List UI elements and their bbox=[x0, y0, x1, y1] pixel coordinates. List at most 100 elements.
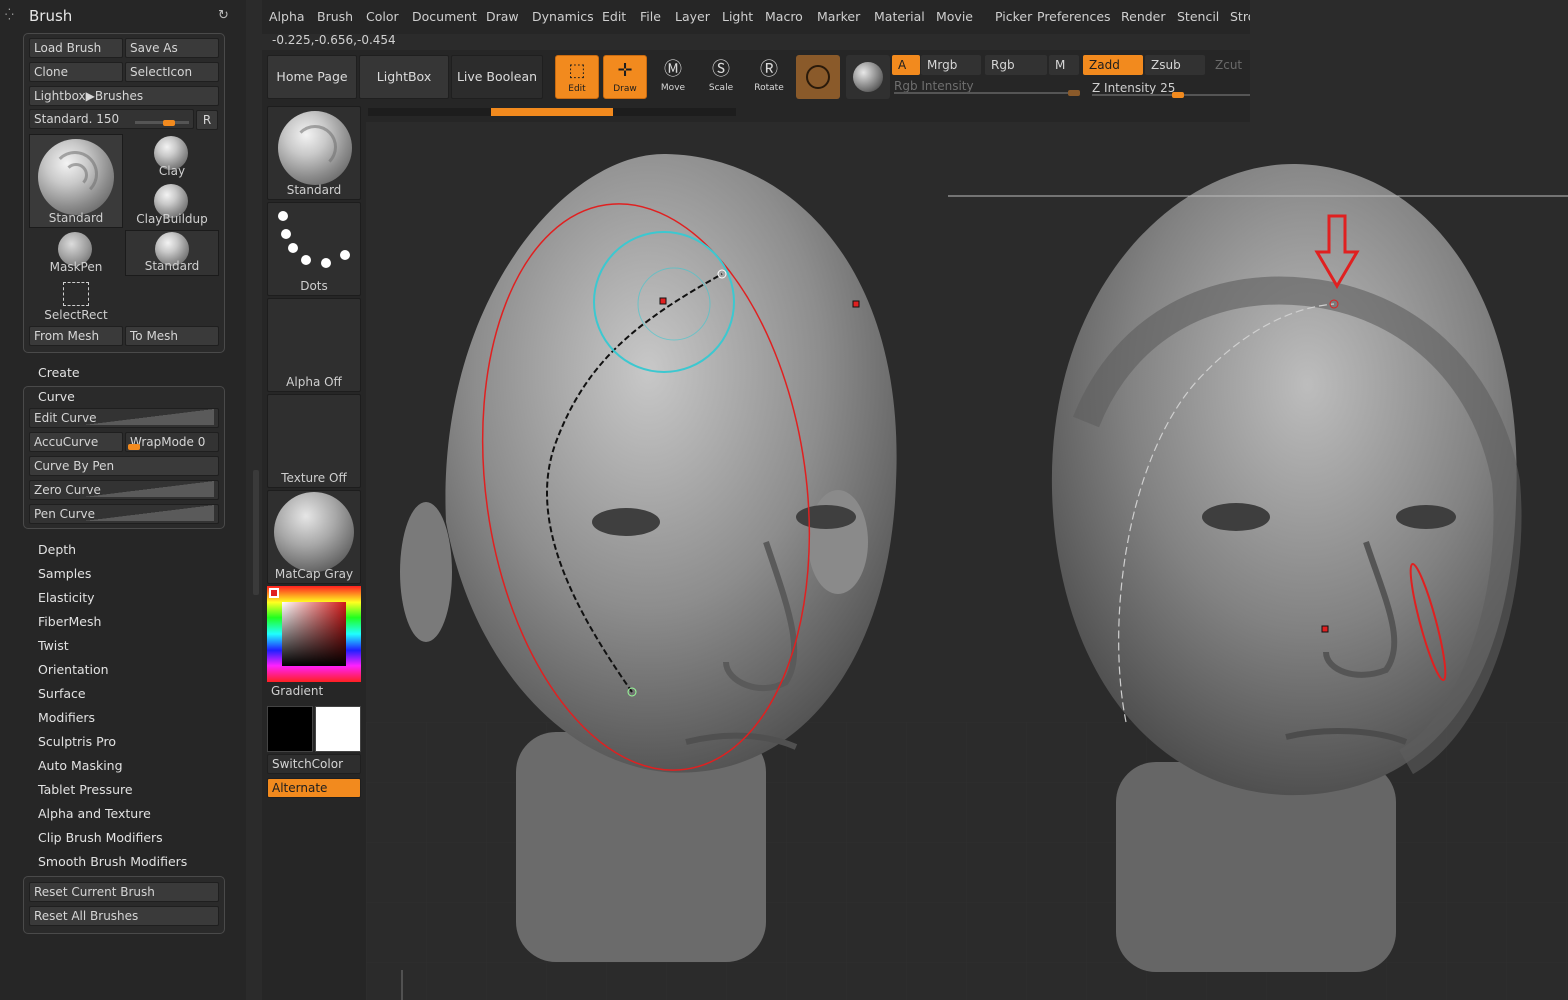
to-mesh-button[interactable]: To Mesh bbox=[125, 326, 219, 346]
menu-movie[interactable]: Movie bbox=[936, 9, 973, 24]
zcut-toggle[interactable]: Zcut bbox=[1209, 55, 1249, 75]
section-fibermesh[interactable]: FiberMesh bbox=[38, 614, 101, 629]
section-auto-masking[interactable]: Auto Masking bbox=[38, 758, 123, 773]
menu-picker[interactable]: Picker bbox=[995, 9, 1032, 24]
brush-thumb-selectrect[interactable]: SelectRect bbox=[29, 278, 123, 324]
zsub-toggle[interactable]: Zsub bbox=[1145, 55, 1205, 75]
brush-size-slider[interactable]: Standard. 150 bbox=[29, 109, 194, 129]
section-orientation[interactable]: Orientation bbox=[38, 662, 109, 677]
home-page-button[interactable]: Home Page bbox=[267, 55, 357, 99]
select-icon-button[interactable]: SelectIcon bbox=[125, 62, 219, 82]
menu-preferences[interactable]: Preferences bbox=[1037, 9, 1111, 24]
section-sculptris-pro[interactable]: Sculptris Pro bbox=[38, 734, 116, 749]
rgb-intensity-slider[interactable]: Rgb Intensity bbox=[894, 78, 1080, 96]
z-intensity-slider[interactable]: Z Intensity 25 bbox=[1092, 80, 1250, 98]
rgb-intensity-knob[interactable] bbox=[1068, 90, 1080, 96]
brush-thumb-maskpen[interactable]: MaskPen bbox=[29, 230, 123, 276]
palette-collapse-handle[interactable] bbox=[253, 470, 259, 595]
wrapmode-slider[interactable]: WrapMode 0 bbox=[125, 432, 219, 452]
secondary-color-swatch[interactable] bbox=[267, 706, 313, 752]
switch-color-button[interactable]: SwitchColor bbox=[267, 754, 361, 774]
draw-tool-button[interactable]: ✛ Draw bbox=[603, 55, 647, 99]
menu-document[interactable]: Document bbox=[412, 9, 477, 24]
curve-control-point[interactable] bbox=[852, 300, 860, 308]
brush-thumb-clay[interactable]: Clay bbox=[125, 134, 219, 180]
rgb-toggle[interactable]: Rgb bbox=[985, 55, 1047, 75]
brush-size-knob[interactable] bbox=[163, 120, 175, 126]
section-tablet-pressure[interactable]: Tablet Pressure bbox=[38, 782, 133, 797]
curve-by-pen-button[interactable]: Curve By Pen bbox=[29, 456, 219, 476]
stroke-slot[interactable]: Dots bbox=[267, 202, 361, 296]
clone-button[interactable]: Clone bbox=[29, 62, 123, 82]
save-as-button[interactable]: Save As bbox=[125, 38, 219, 58]
menu-marker[interactable]: Marker bbox=[817, 9, 860, 24]
gradient-label[interactable]: Gradient bbox=[271, 684, 323, 698]
section-depth[interactable]: Depth bbox=[38, 542, 76, 557]
menu-draw[interactable]: Draw bbox=[486, 9, 519, 24]
z-intensity-knob[interactable] bbox=[1172, 92, 1184, 98]
section-elasticity[interactable]: Elasticity bbox=[38, 590, 95, 605]
menu-file[interactable]: File bbox=[640, 9, 661, 24]
accucurve-button[interactable]: AccuCurve bbox=[29, 432, 123, 452]
move-tool-button[interactable]: Ⓜ Move bbox=[651, 55, 695, 99]
section-modifiers[interactable]: Modifiers bbox=[38, 710, 95, 725]
menu-dynamics[interactable]: Dynamics bbox=[532, 9, 594, 24]
section-clip-brush-modifiers[interactable]: Clip Brush Modifiers bbox=[38, 830, 163, 845]
render-sphere-button[interactable] bbox=[846, 55, 890, 99]
load-brush-button[interactable]: Load Brush bbox=[29, 38, 123, 58]
edit-curve-button[interactable]: Edit Curve bbox=[29, 408, 219, 428]
current-brush-slot[interactable]: Standard bbox=[267, 106, 361, 200]
menu-macro[interactable]: Macro bbox=[765, 9, 803, 24]
curve-section-title[interactable]: Curve bbox=[38, 389, 75, 404]
projected-control-point[interactable] bbox=[1321, 625, 1329, 633]
create-section[interactable]: Create bbox=[38, 365, 80, 380]
curve-control-point[interactable] bbox=[659, 297, 667, 305]
wrapmode-knob[interactable] bbox=[128, 444, 140, 450]
material-slot[interactable]: MatCap Gray bbox=[267, 490, 361, 584]
menu-layer[interactable]: Layer bbox=[675, 9, 710, 24]
menu-stencil[interactable]: Stencil bbox=[1177, 9, 1219, 24]
section-surface[interactable]: Surface bbox=[38, 686, 86, 701]
section-alpha-and-texture[interactable]: Alpha and Texture bbox=[38, 806, 151, 821]
mrgb-toggle[interactable]: Mrgb bbox=[921, 55, 981, 75]
m-toggle[interactable]: M bbox=[1049, 55, 1079, 75]
texture-slot[interactable]: Texture Off bbox=[267, 394, 361, 488]
color-picker[interactable] bbox=[267, 586, 361, 682]
menu-material[interactable]: Material bbox=[874, 9, 925, 24]
viewport-canvas[interactable] bbox=[366, 122, 1568, 1000]
zadd-toggle[interactable]: Zadd bbox=[1083, 55, 1143, 75]
pen-curve-button[interactable]: Pen Curve bbox=[29, 504, 219, 524]
reset-all-brushes-button[interactable]: Reset All Brushes bbox=[29, 906, 219, 926]
menu-edit[interactable]: Edit bbox=[602, 9, 626, 24]
menu-alpha[interactable]: Alpha bbox=[269, 9, 305, 24]
section-smooth-brush-modifiers[interactable]: Smooth Brush Modifiers bbox=[38, 854, 187, 869]
brush-thumb-standard-large[interactable]: Standard bbox=[29, 134, 123, 228]
material-preview-button[interactable] bbox=[796, 55, 840, 99]
main-color-swatch[interactable] bbox=[315, 706, 361, 752]
section-twist[interactable]: Twist bbox=[38, 638, 69, 653]
drag-handle-icon[interactable]: ⁛ bbox=[5, 8, 14, 21]
section-samples[interactable]: Samples bbox=[38, 566, 91, 581]
brush-reset-button[interactable]: R bbox=[196, 110, 218, 130]
menu-color[interactable]: Color bbox=[366, 9, 399, 24]
color-marker[interactable] bbox=[269, 588, 279, 598]
lightbox-button[interactable]: LightBox bbox=[359, 55, 449, 99]
menu-render[interactable]: Render bbox=[1121, 9, 1166, 24]
a-toggle[interactable]: A bbox=[892, 55, 920, 75]
edit-tool-button[interactable]: ⬚ Edit bbox=[555, 55, 599, 99]
rotate-tool-button[interactable]: Ⓡ Rotate bbox=[747, 55, 791, 99]
scale-tool-button[interactable]: Ⓢ Scale bbox=[699, 55, 743, 99]
live-boolean-button[interactable]: Live Boolean bbox=[451, 55, 543, 99]
menu-light[interactable]: Light bbox=[722, 9, 753, 24]
from-mesh-button[interactable]: From Mesh bbox=[29, 326, 123, 346]
reset-current-brush-button[interactable]: Reset Current Brush bbox=[29, 882, 219, 902]
zero-curve-button[interactable]: Zero Curve bbox=[29, 480, 219, 500]
menu-stroke[interactable]: Stro bbox=[1230, 9, 1250, 24]
brush-thumb-claybuildup[interactable]: ClayBuildup bbox=[125, 182, 219, 228]
refresh-icon[interactable]: ↻ bbox=[218, 8, 229, 23]
brush-thumb-standard-small[interactable]: Standard bbox=[125, 230, 219, 276]
menu-brush[interactable]: Brush bbox=[317, 9, 353, 24]
lightbox-brushes-button[interactable]: Lightbox▶Brushes bbox=[29, 86, 219, 106]
color-saturation-square[interactable] bbox=[282, 602, 346, 666]
alpha-slot[interactable]: Alpha Off bbox=[267, 298, 361, 392]
